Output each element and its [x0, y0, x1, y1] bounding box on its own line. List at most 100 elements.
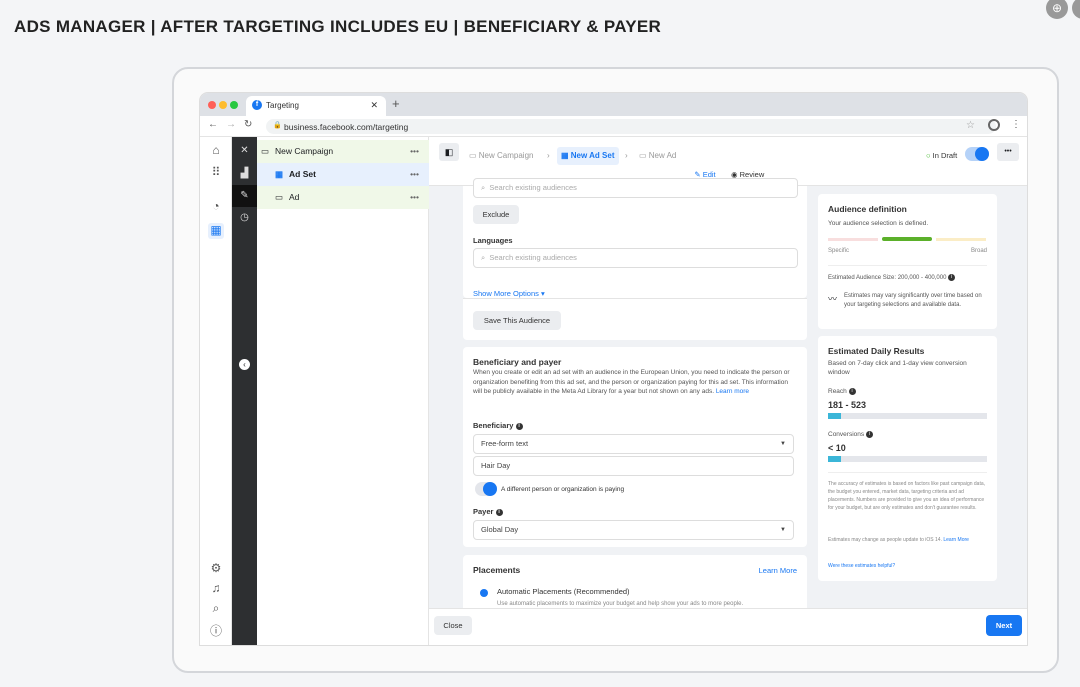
address-bar-row: ← → ↻ 🔒 business.facebook.com/targeting ☆…: [200, 116, 1027, 137]
meter-broad-segment: [936, 238, 986, 241]
reach-bar: [828, 413, 987, 419]
more-options-button[interactable]: •••: [410, 140, 419, 163]
history-clock-icon[interactable]: ◷: [232, 207, 257, 229]
audience-subtitle: Your audience selection is defined.: [828, 220, 929, 227]
beneficiary-select[interactable]: Free-form text ▼: [473, 434, 794, 454]
next-button[interactable]: Next: [986, 615, 1022, 636]
ad-icon: ▭: [275, 192, 284, 202]
beneficiary-card: Beneficiary and payer When you create or…: [463, 347, 807, 547]
save-audience-button[interactable]: Save This Audience: [473, 311, 561, 330]
close-tab-icon[interactable]: ✕: [370, 100, 378, 111]
placements-learn-more-link[interactable]: Learn More: [759, 566, 797, 575]
info-icon[interactable]: i: [848, 387, 856, 395]
editor-footer: Close Next: [429, 608, 1027, 645]
exclude-button[interactable]: Exclude: [473, 205, 519, 224]
forward-icon[interactable]: →: [226, 119, 236, 130]
audience-definition-card: Audience definition Your audience select…: [818, 194, 997, 329]
edit-pencil-icon[interactable]: ✎: [232, 185, 257, 207]
info-icon[interactable]: i: [865, 430, 873, 438]
conversions-bar-fill: [828, 456, 841, 462]
breadcrumb-separator: ›: [625, 151, 628, 160]
tree-item-ad[interactable]: ▭ Ad •••: [257, 186, 429, 209]
minimize-window-dot[interactable]: [219, 101, 227, 109]
tree-item-campaign[interactable]: ▭ New Campaign •••: [257, 140, 429, 163]
browser-menu-icon[interactable]: ⋮: [1011, 119, 1021, 130]
global-nav-rail: ⌂ ⠿ ◔ ▦ ⚙ ♫ ⌕ ⓘ: [200, 137, 232, 645]
info-icon[interactable]: i: [515, 422, 523, 430]
tab-bar: f Targeting ✕ +: [200, 93, 1027, 116]
automatic-placements-description: Use automatic placements to maximize you…: [497, 601, 744, 607]
breadcrumb-campaign[interactable]: ▭ New Campaign: [469, 147, 533, 165]
reach-label: Reach i: [828, 387, 856, 397]
close-window-dot[interactable]: [208, 101, 216, 109]
breadcrumb-adset[interactable]: ▦ New Ad Set: [557, 147, 619, 165]
ads-manager-table-icon[interactable]: ▦: [208, 223, 224, 239]
header-more-button[interactable]: •••: [997, 143, 1019, 161]
collapse-panel-icon[interactable]: ‹: [239, 359, 250, 370]
url-field[interactable]: 🔒 business.facebook.com/targeting: [266, 119, 996, 134]
results-disclaimer: The accuracy of estimates is based on fa…: [828, 481, 986, 511]
notifications-icon[interactable]: ♫: [208, 581, 224, 597]
trend-icon: 〰: [828, 294, 838, 304]
dropdown-arrow-icon: ▼: [780, 441, 786, 447]
browser-tab[interactable]: f Targeting ✕: [246, 96, 386, 116]
close-button[interactable]: Close: [434, 616, 472, 635]
tree-item-adset[interactable]: ▦ Ad Set •••: [257, 163, 429, 186]
reload-icon[interactable]: ↻: [244, 119, 252, 130]
editor-main: ◧ ▭ New Campaign › ▦ New Ad Set › ▭ New …: [429, 137, 1027, 645]
ios-note: Estimates may change as people update to…: [828, 536, 988, 544]
payer-select[interactable]: Global Day ▼: [473, 520, 794, 540]
breadcrumb-ad[interactable]: ▭ New Ad: [639, 147, 676, 165]
more-options-button[interactable]: •••: [410, 186, 419, 209]
settings-icon[interactable]: ⚙: [208, 561, 224, 577]
info-icon[interactable]: i: [495, 508, 503, 516]
bookmark-star-icon[interactable]: ☆: [966, 120, 975, 131]
search-icon[interactable]: ⌕: [208, 601, 224, 617]
ios-learn-more-link[interactable]: Learn More: [943, 537, 969, 543]
info-icon[interactable]: i: [948, 274, 956, 281]
learn-more-link[interactable]: Learn more: [716, 388, 749, 395]
folder-icon: ▭: [261, 146, 270, 156]
meter-specific-segment: [828, 238, 878, 241]
estimates-helpful-link[interactable]: Were these estimates helpful?: [828, 562, 895, 570]
draft-toggle[interactable]: [965, 147, 989, 161]
status-text: In Draft: [932, 151, 958, 160]
dropdown-arrow-icon: ▼: [780, 527, 786, 533]
beneficiary-description: When you create or edit an ad set with a…: [473, 368, 798, 397]
toggle-label: A different person or organization is pa…: [501, 486, 625, 493]
back-icon[interactable]: ←: [208, 119, 218, 130]
languages-input[interactable]: ⌕ Search existing audiences: [473, 248, 798, 268]
zoom-icon[interactable]: ⊕: [1046, 0, 1068, 19]
conversions-bar: [828, 456, 987, 462]
results-title: Estimated Daily Results: [828, 346, 925, 356]
toggle-sidebar-icon[interactable]: ◧: [439, 143, 459, 161]
show-more-options-link[interactable]: Show More Options ▾: [473, 289, 545, 298]
audience-size: Estimated Audience Size: 200,000 - 400,0…: [828, 274, 956, 284]
audience-definition-title: Audience definition: [828, 204, 907, 214]
beneficiary-input[interactable]: Hair Day: [473, 456, 794, 476]
results-subtitle: Based on 7-day click and 1-day view conv…: [828, 360, 967, 376]
tab-title: Targeting: [266, 101, 299, 110]
audience-search-input[interactable]: ⌕ Search existing audiences: [473, 178, 798, 198]
placeholder: Search existing audiences: [489, 183, 577, 192]
maximize-window-dot[interactable]: [230, 101, 238, 109]
select-value: Global Day: [481, 525, 519, 534]
new-tab-icon[interactable]: +: [392, 96, 400, 111]
different-payer-toggle[interactable]: [475, 482, 497, 496]
close-editor-icon[interactable]: ✕: [232, 140, 257, 162]
beneficiary-label: Beneficiary i: [473, 421, 523, 430]
tree-label: Ad Set: [289, 169, 316, 179]
broad-label: Broad: [970, 248, 987, 254]
profile-icon[interactable]: [988, 119, 1000, 131]
more-options-button[interactable]: •••: [410, 163, 419, 186]
home-icon[interactable]: ⌂: [208, 143, 224, 159]
browser-window: f Targeting ✕ + ← → ↻ 🔒 business.facebook.c…: [200, 93, 1027, 645]
automatic-placements-radio[interactable]: [480, 589, 488, 597]
more-icon[interactable]: [1072, 0, 1080, 19]
dashboard-icon[interactable]: ◔: [208, 199, 224, 215]
apps-grid-icon[interactable]: ⠿: [208, 165, 224, 181]
placements-card: Placements Learn More Automatic Placemen…: [463, 555, 807, 608]
help-icon[interactable]: ⓘ: [208, 622, 224, 638]
automatic-placements-label: Automatic Placements (Recommended): [497, 587, 630, 596]
chart-icon[interactable]: ▟: [232, 163, 257, 185]
